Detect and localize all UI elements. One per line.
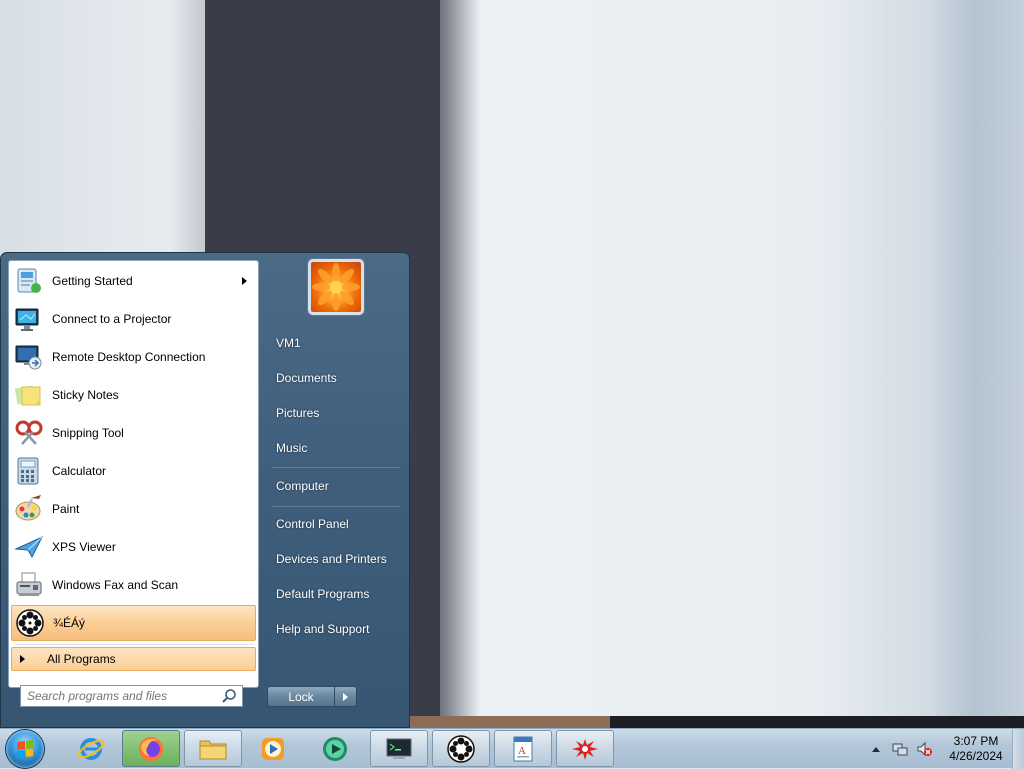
program-label: Calculator [52,464,107,478]
program-sticky-notes[interactable]: Sticky Notes [11,377,256,413]
right-item-label: Help and Support [276,622,370,636]
show-desktop-button[interactable] [1012,729,1024,769]
svg-text:A: A [518,745,526,757]
user-picture[interactable] [308,259,364,315]
clock-date: 4/26/2024 [949,749,1003,763]
snipping-tool-icon [13,417,45,449]
start-menu-programs-pane: Getting Started Connect to a Projector R… [8,260,259,688]
lock-button[interactable]: Lock [267,686,335,707]
taskbar-media-center[interactable] [306,730,364,767]
separator [272,467,400,468]
taskbar-firefox[interactable] [122,730,180,767]
volume-muted-icon[interactable] [916,741,932,757]
right-item-label: Devices and Printers [276,552,387,566]
red-splash-app-icon [572,738,598,760]
all-programs-button[interactable]: All Programs [11,647,256,671]
network-icon[interactable] [892,741,908,757]
calculator-icon [13,455,45,487]
firefox-icon [139,736,163,761]
program-film-reel-app[interactable]: ¾ÉÁý [11,605,256,641]
xps-viewer-icon [13,531,45,563]
program-xps-viewer[interactable]: XPS Viewer [11,529,256,565]
pictures-link[interactable]: Pictures [267,398,402,428]
clock-time: 3:07 PM [953,734,999,748]
taskbar-red-splash-app[interactable] [556,730,614,767]
taskbar-wordpad[interactable]: A [494,730,552,767]
user-folder-link[interactable]: VM1 [267,328,402,358]
show-hidden-icons-button[interactable] [868,741,884,757]
program-paint[interactable]: Paint [11,491,256,527]
film-reel-icon [447,734,475,763]
default-programs-link[interactable]: Default Programs [267,579,402,609]
shutdown-options-button[interactable] [335,686,357,707]
program-connect-projector[interactable]: Connect to a Projector [11,301,256,337]
right-item-label: Default Programs [276,587,370,601]
program-label: Snipping Tool [52,426,124,440]
media-player-icon [262,737,284,760]
devices-printers-link[interactable]: Devices and Printers [267,544,402,574]
search-icon[interactable] [221,688,237,704]
all-programs-arrow-icon [20,655,25,663]
taskbar-terminal-app[interactable] [370,730,428,767]
program-label: Remote Desktop Connection [52,350,206,364]
control-panel-link[interactable]: Control Panel [267,509,402,539]
wordpad-icon: A [513,736,533,761]
program-fax-scan[interactable]: Windows Fax and Scan [11,567,256,603]
right-item-label: Music [276,441,308,455]
separator [15,644,254,645]
taskbar-media-player[interactable] [244,730,302,767]
program-snipping-tool[interactable]: Snipping Tool [11,415,256,451]
lock-button-label: Lock [288,689,314,704]
program-calculator[interactable]: Calculator [11,453,256,489]
documents-link[interactable]: Documents [267,363,402,393]
clock[interactable]: 3:07 PM 4/26/2024 [944,734,1008,764]
getting-started-icon [13,265,45,297]
paint-icon [13,493,45,525]
music-link[interactable]: Music [267,433,402,463]
taskbar-film-reel-app[interactable] [432,730,490,767]
program-label: Windows Fax and Scan [52,578,179,592]
fax-scan-icon [13,569,45,601]
right-item-label: VM1 [276,336,301,350]
remote-desktop-icon [13,341,45,373]
right-item-label: Pictures [276,406,320,420]
taskbar-file-explorer[interactable] [184,730,242,767]
start-button[interactable] [6,730,44,768]
help-support-link[interactable]: Help and Support [267,614,402,644]
taskbar-internet-explorer[interactable] [62,730,120,767]
separator [272,506,400,507]
terminal-app-icon [386,738,412,759]
sticky-notes-icon [13,379,45,411]
film-reel-icon [14,607,46,639]
program-label: Connect to a Projector [52,312,172,326]
program-label: ¾ÉÁý [53,616,86,630]
computer-link[interactable]: Computer [267,471,402,501]
program-remote-desktop[interactable]: Remote Desktop Connection [11,339,256,375]
file-explorer-icon [199,740,227,759]
all-programs-label: All Programs [47,652,116,666]
right-item-label: Documents [276,371,337,385]
taskbar: A 3:07 PM 4/26/2024 [0,728,1024,769]
program-label: Paint [52,502,80,516]
projector-icon [13,303,45,335]
program-label: Sticky Notes [52,388,119,402]
search-box[interactable] [20,685,243,707]
program-label: XPS Viewer [52,540,116,554]
internet-explorer-icon [77,737,105,760]
windows-logo-icon [17,740,33,758]
flower-avatar-icon [312,263,360,311]
program-label: Getting Started [52,274,133,288]
chevron-right-icon [343,692,348,701]
right-item-label: Control Panel [276,517,349,531]
media-center-icon [323,736,347,761]
search-input[interactable] [27,689,217,703]
submenu-arrow-icon[interactable] [242,277,247,285]
right-item-label: Computer [276,479,329,493]
program-getting-started[interactable]: Getting Started [11,263,256,299]
